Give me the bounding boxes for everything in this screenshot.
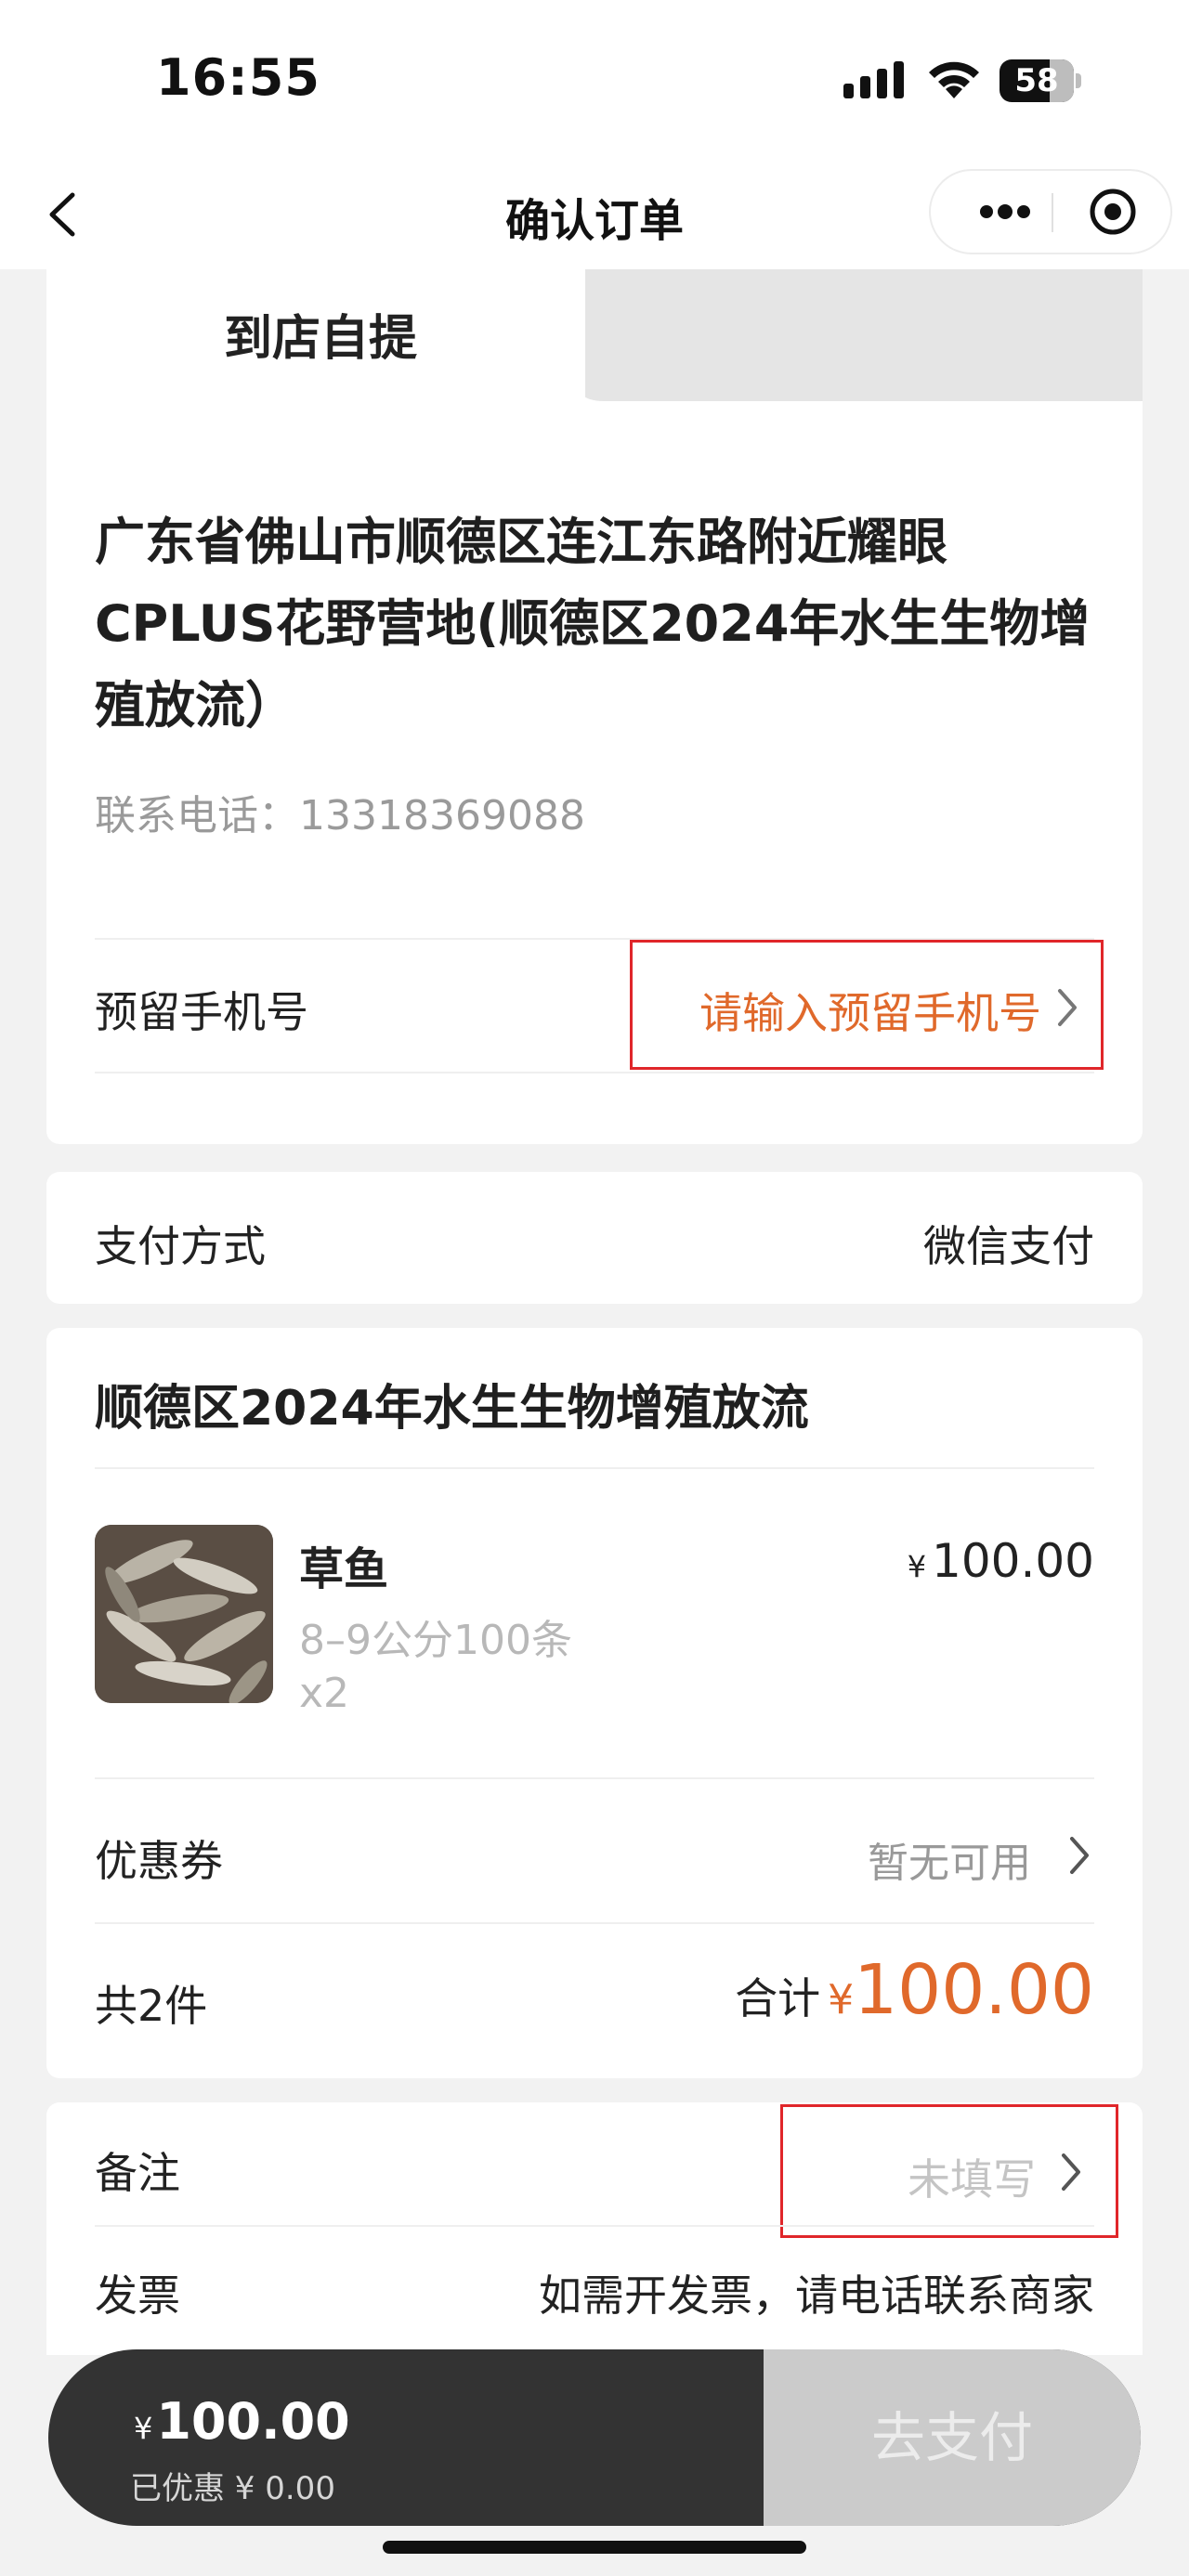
product-name: 草鱼 [299, 1543, 389, 1595]
payment-method-label: 支付方式 [95, 1221, 266, 1271]
nav-bar: 确认订单 [0, 158, 1189, 269]
order-goods-card: 顺德区2024年水生生物增殖放流 草鱼 8–9公分100条 x2 ¥100.00… [46, 1328, 1143, 2078]
more-dots-icon [980, 204, 1030, 219]
chevron-right-icon[interactable] [1066, 1833, 1092, 1878]
cellular-signal-icon [843, 61, 905, 98]
contact-phone: 联系电话：13318369088 [95, 792, 585, 839]
product-quantity: x2 [299, 1670, 350, 1717]
checkout-currency: ¥ [134, 2411, 153, 2446]
status-time: 16:55 [156, 48, 320, 107]
payment-method-value: 微信支付 [923, 1221, 1094, 1271]
checkout-bar: ¥100.00 已优惠 ¥ 0.00 去支付 [48, 2349, 1141, 2526]
status-bar: 16:55 58 [0, 0, 1189, 158]
close-miniprogram-button[interactable] [1070, 171, 1156, 253]
reserved-phone-label: 预留手机号 [95, 987, 308, 1037]
battery-level: 58 [1014, 62, 1059, 99]
battery-icon: 58 [1000, 59, 1081, 102]
remark-input[interactable]: 未填写 [780, 2104, 1118, 2238]
checkout-amount-value: 100.00 [156, 2392, 350, 2451]
coupon-label: 优惠券 [95, 1836, 223, 1886]
chevron-right-icon [1062, 2153, 1080, 2191]
wifi-icon [925, 54, 983, 100]
coupon-value[interactable]: 暂无可用 [868, 1829, 1031, 1889]
divider [95, 1922, 1094, 1924]
capsule-divider [1052, 193, 1053, 232]
payment-method-row[interactable]: 支付方式 微信支付 [46, 1172, 1143, 1304]
pickup-address-card: 广东省佛山市顺德区连江东路附近耀眼CPLUS花野营地(顺德区2024年水生生物增… [46, 401, 1143, 1144]
chevron-right-icon [1058, 989, 1077, 1026]
fish-photo [95, 1525, 273, 1703]
product-price: ¥100.00 [908, 1534, 1094, 1588]
discount-text: 已优惠 ¥ 0.00 [130, 2470, 335, 2507]
checkout-amount: ¥100.00 [134, 2392, 350, 2451]
pay-button[interactable]: 去支付 [764, 2349, 1141, 2526]
more-button[interactable] [962, 171, 1048, 253]
invoice-label: 发票 [95, 2270, 180, 2321]
home-indicator [383, 2541, 806, 2554]
total-amount: 100.00 [854, 1950, 1094, 2030]
remark-label: 备注 [95, 2148, 180, 2198]
product-thumbnail[interactable] [95, 1525, 273, 1703]
divider [95, 1467, 1094, 1469]
product-spec: 8–9公分100条 [299, 1617, 572, 1664]
pickup-address: 广东省佛山市顺德区连江东路附近耀眼CPLUS花野营地(顺德区2024年水生生物增… [95, 513, 1091, 735]
remark-invoice-card: 备注 未填写 发票 如需开发票，请电话联系商家 [46, 2102, 1143, 2355]
total-label: 合计 [735, 1973, 821, 2023]
currency-symbol: ¥ [907, 1549, 927, 1584]
total-currency: ¥ [828, 1976, 855, 2023]
divider [95, 1072, 1094, 1073]
divider [95, 1777, 1094, 1779]
reserved-phone-input[interactable]: 请输入预留手机号 [630, 940, 1104, 1070]
product-price-amount: 100.00 [932, 1534, 1094, 1588]
miniprogram-capsule [929, 169, 1172, 254]
divider [95, 2225, 1094, 2227]
target-close-icon [1090, 189, 1136, 235]
order-total: 合计 ¥100.00 [735, 1950, 1094, 2030]
tab-store-pickup-label: 到店自提 [223, 311, 417, 367]
invoice-note: 如需开发票，请电话联系商家 [539, 2270, 1094, 2321]
reserved-phone-placeholder: 请输入预留手机号 [699, 988, 1041, 1038]
item-count: 共2件 [95, 1981, 208, 2031]
store-name: 顺德区2024年水生生物增殖放流 [95, 1381, 809, 1437]
remark-placeholder: 未填写 [908, 2154, 1036, 2205]
